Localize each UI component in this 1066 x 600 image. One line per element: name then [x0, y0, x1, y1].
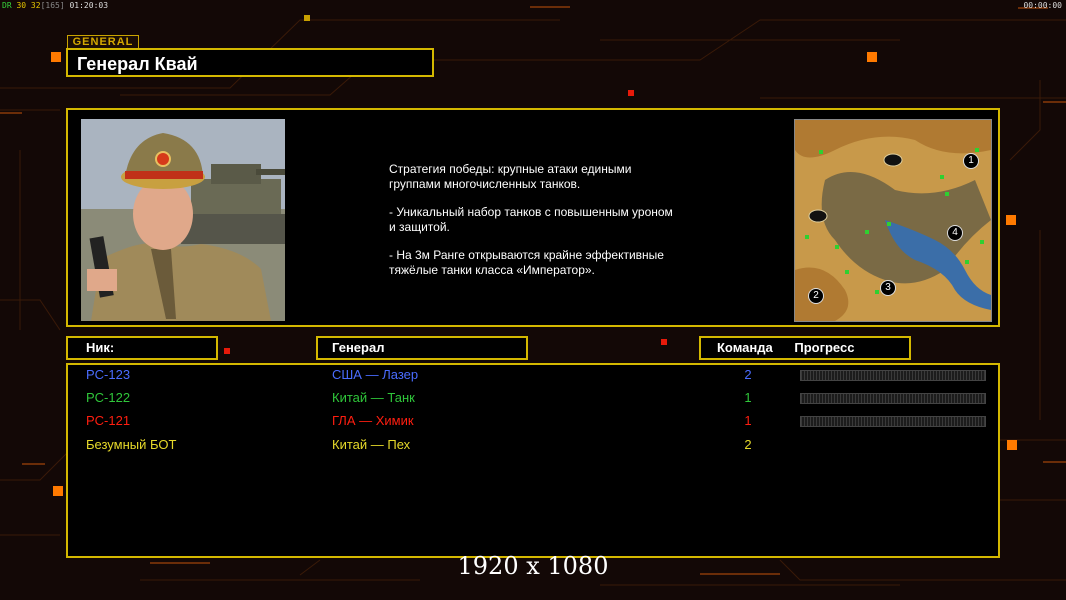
decor-square [304, 15, 310, 21]
minimap: 1 2 3 4 [794, 119, 992, 322]
player-row: PC-121 ГЛА — Химик 1 [68, 413, 998, 433]
general-portrait [81, 119, 285, 321]
player-general: Китай — Танк [332, 390, 415, 405]
decor-square [628, 90, 634, 96]
hud-clock: 01:20:03 [69, 1, 109, 10]
player-row: PC-123 США — Лазер 2 [68, 367, 998, 387]
player-row: PC-122 Китай — Танк 1 [68, 390, 998, 410]
player-team: 2 [744, 437, 752, 452]
player-row: Безумный БОТ Китай — Пех 2 [68, 437, 998, 457]
player-nick: PC-122 [86, 390, 131, 405]
resolution-label: 1920 x 1080 [457, 552, 609, 580]
description-line: - На 3м Ранге открываются крайне эффекти… [389, 248, 664, 277]
hud-bracket: [165] [40, 1, 65, 10]
hud-stats: DR 30 32[165] 01:20:03 [2, 1, 108, 10]
general-info-panel: Стратегия победы: крупные атаки едиными … [66, 108, 1000, 327]
player-team: 1 [744, 413, 752, 428]
map-marker: 4 [947, 225, 963, 241]
description-line: Стратегия победы: крупные атаки едиными … [389, 162, 632, 191]
hud-timer: 00:00:00 [1023, 1, 1062, 10]
map-marker: 3 [880, 280, 896, 296]
decor-square [51, 52, 61, 62]
general-tag: GENERAL [67, 35, 139, 49]
hud-indicator: DR [2, 1, 12, 10]
decor-square [867, 52, 877, 62]
map-marker: 2 [808, 288, 824, 304]
decor-square [661, 339, 667, 345]
strategy-description: Стратегия победы: крупные атаки едиными … [389, 162, 709, 291]
header-team: Команда [717, 340, 773, 355]
decor-square [224, 348, 230, 354]
player-team: 2 [744, 367, 752, 382]
description-line: - Уникальный набор танков с повышенным у… [389, 205, 673, 234]
player-team: 1 [744, 390, 752, 405]
header-team-progress: Команда Прогресс [699, 336, 911, 360]
hud-fps: 30 32 [16, 1, 41, 10]
header-progress: Прогресс [794, 340, 855, 355]
player-progress-bar [800, 393, 986, 404]
decor-square [53, 486, 63, 496]
player-nick: PC-121 [86, 413, 131, 428]
header-nick: Ник: [66, 336, 218, 360]
players-panel: PC-123 США — Лазер 2 PC-122 Китай — Танк… [66, 363, 1000, 558]
player-nick: PC-123 [86, 367, 131, 382]
map-marker: 1 [963, 153, 979, 169]
player-general: США — Лазер [332, 367, 419, 382]
player-progress-bar [800, 370, 986, 381]
player-nick: Безумный БОТ [86, 437, 177, 452]
player-progress-bar [800, 416, 986, 427]
general-title: Генерал Квай [66, 48, 434, 77]
decor-square [1006, 215, 1016, 225]
header-general: Генерал [316, 336, 528, 360]
decor-square [1007, 440, 1017, 450]
player-general: ГЛА — Химик [332, 413, 414, 428]
player-general: Китай — Пех [332, 437, 411, 452]
